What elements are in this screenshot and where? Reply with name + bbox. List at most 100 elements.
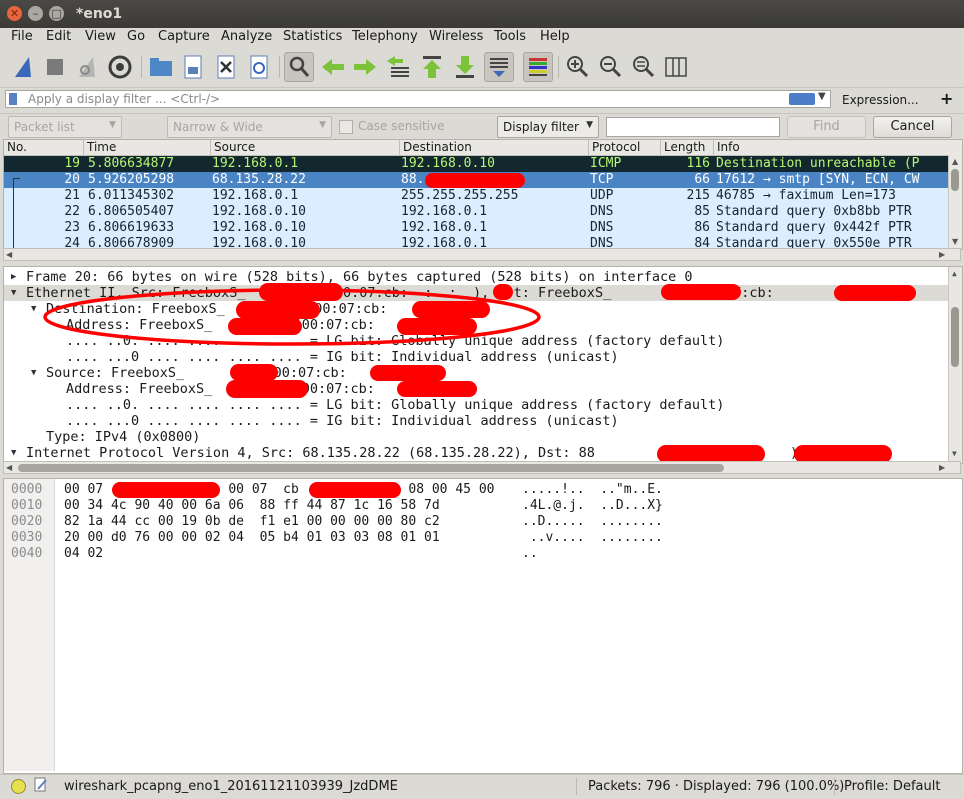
redaction-mark xyxy=(226,380,308,398)
tree-item[interactable]: .... ...0 .... .... .... .... = IG bit: … xyxy=(66,349,619,365)
cancel-button[interactable]: Cancel xyxy=(873,116,952,138)
search-magnifier-icon[interactable] xyxy=(284,52,314,82)
menu-telephony[interactable]: Telephony xyxy=(352,29,418,44)
packet-list-hscrollbar[interactable]: ◀ ▶ xyxy=(3,248,961,261)
zoom-out-icon[interactable] xyxy=(596,53,624,81)
scroll-right-icon[interactable]: ▶ xyxy=(939,463,945,472)
resize-columns-icon[interactable] xyxy=(662,53,690,81)
file-close-icon[interactable] xyxy=(212,53,240,81)
expert-info-led-icon[interactable] xyxy=(11,779,26,794)
tree-collapse-arrow-icon[interactable]: ▼ xyxy=(11,448,16,458)
add-filter-button[interactable]: + xyxy=(940,89,953,108)
column-header-protocol[interactable]: Protocol xyxy=(588,140,660,155)
tree-collapse-arrow-icon[interactable]: ▼ xyxy=(31,368,36,378)
packet-row[interactable]: 21 6.011345302 192.168.0.1 255.255.255.255 U… xyxy=(4,188,949,204)
bytes-ascii[interactable]: ..v.... ........ xyxy=(522,530,663,546)
find-input[interactable] xyxy=(606,117,780,137)
jump-to-packet-icon[interactable] xyxy=(385,53,413,81)
menu-help[interactable]: Help xyxy=(540,29,570,44)
shark-fin-start-icon[interactable] xyxy=(9,53,37,81)
packet-list-scrollbar[interactable]: ▲ ▼ xyxy=(948,155,962,249)
expression-button[interactable]: Expression... xyxy=(842,93,919,107)
zoom-in-icon[interactable] xyxy=(563,53,591,81)
folder-open-icon[interactable] xyxy=(147,53,175,81)
go-first-icon[interactable] xyxy=(418,53,446,81)
packet-row[interactable]: 19 5.806634877 192.168.0.1 192.168.0.10 ICMP… xyxy=(4,156,949,172)
menu-go[interactable]: Go xyxy=(127,29,145,44)
scroll-right-icon[interactable]: ▶ xyxy=(939,250,945,259)
menu-analyze[interactable]: Analyze xyxy=(221,29,272,44)
tree-item[interactable]: .... ..0. .... .... .... .... = LG bit: … xyxy=(66,397,724,413)
arrow-forward-icon[interactable] xyxy=(351,53,379,81)
scroll-left-icon[interactable]: ◀ xyxy=(6,463,12,472)
menu-file[interactable]: File xyxy=(11,29,33,44)
bytes-hex[interactable]: 82 1a 44 cc 00 19 0b de f1 e1 00 00 00 0… xyxy=(64,514,440,530)
packet-cell-src: 192.168.0.10 xyxy=(212,220,306,235)
bytes-hex[interactable]: 20 00 d0 76 00 00 02 04 05 b4 01 03 03 0… xyxy=(64,530,440,546)
tree-item[interactable]: Frame 20: 66 bytes on wire (528 bits), 6… xyxy=(26,269,692,285)
profile-label[interactable]: Profile: Default xyxy=(844,779,940,794)
reload-icon[interactable] xyxy=(245,53,273,81)
bytes-ascii[interactable]: .. xyxy=(522,546,538,562)
packet-cell-dst: 192.168.0.1 xyxy=(401,204,488,219)
menu-view[interactable]: View xyxy=(85,29,116,44)
column-header-source[interactable]: Source xyxy=(210,140,399,155)
menu-statistics[interactable]: Statistics xyxy=(283,29,342,44)
column-header-destination[interactable]: Destination xyxy=(399,140,588,155)
gear-options-icon[interactable] xyxy=(106,53,134,81)
bytes-ascii[interactable]: ..D..... ........ xyxy=(522,514,663,530)
packet-list[interactable]: No. Time Source Destination Protocol Len… xyxy=(3,139,963,250)
scroll-down-icon[interactable]: ▼ xyxy=(952,237,958,246)
packet-cell-info: Destination unreachable (P xyxy=(716,156,920,171)
packet-row[interactable]: 23 6.806619633 192.168.0.10 192.168.0.1 DNS 8… xyxy=(4,220,949,236)
column-header-length[interactable]: Length xyxy=(660,140,713,155)
stop-square-icon[interactable] xyxy=(41,53,69,81)
bookmark-icon[interactable] xyxy=(9,93,17,105)
restart-fin-icon[interactable] xyxy=(73,53,101,81)
autoscroll-icon[interactable] xyxy=(484,52,514,82)
details-scrollbar[interactable]: ▲ ▼ xyxy=(948,267,962,461)
tree-item[interactable]: .... ...0 .... .... .... .... = IG bit: … xyxy=(66,413,619,429)
scroll-down-icon[interactable]: ▼ xyxy=(952,449,957,458)
close-window-button[interactable]: ✕ xyxy=(7,6,22,21)
menu-edit[interactable]: Edit xyxy=(46,29,71,44)
file-save-icon[interactable] xyxy=(179,53,207,81)
scroll-up-icon[interactable]: ▲ xyxy=(952,157,958,166)
bytes-ascii[interactable]: .4L.@.j. ..D...X} xyxy=(522,498,663,514)
menu-tools[interactable]: Tools xyxy=(494,29,526,44)
scroll-thumb[interactable] xyxy=(18,464,724,472)
scroll-thumb[interactable] xyxy=(951,169,959,191)
search-type-select[interactable]: Display filter ▼ xyxy=(497,116,599,138)
capture-comment-icon[interactable] xyxy=(34,777,48,793)
menu-bar: File Edit View Go Capture Analyze Statis… xyxy=(0,28,964,47)
tree-item[interactable]: Type: IPv4 (0x0800) xyxy=(46,429,200,445)
chevron-down-icon[interactable]: ▼ xyxy=(818,91,826,102)
arrow-back-icon[interactable] xyxy=(319,53,347,81)
bytes-ascii[interactable]: .....!.. .."m..E. xyxy=(522,482,663,498)
packet-cell-len: 85 xyxy=(694,204,710,219)
scroll-up-icon[interactable]: ▲ xyxy=(952,269,957,278)
display-filter-input[interactable]: Apply a display filter ... <Ctrl-/> ▼ xyxy=(5,90,831,108)
column-header-no[interactable]: No. xyxy=(4,140,83,155)
menu-wireless[interactable]: Wireless xyxy=(429,29,483,44)
apply-filter-arrow-icon[interactable] xyxy=(789,93,815,105)
details-hscrollbar[interactable]: ◀ ▶ xyxy=(3,461,961,474)
zoom-normal-icon[interactable] xyxy=(629,53,657,81)
colorize-icon[interactable] xyxy=(523,52,553,82)
bytes-hex[interactable]: 04 02 xyxy=(64,546,103,562)
maximize-window-button[interactable]: □ xyxy=(49,6,64,21)
packet-row[interactable]: 22 6.806505407 192.168.0.10 192.168.0.1 DNS 8… xyxy=(4,204,949,220)
go-last-icon[interactable] xyxy=(451,53,479,81)
packet-bytes-pane[interactable]: 0000 00 07 00 07 cb 08 00 45 00.....!.. .… xyxy=(3,478,963,774)
scroll-left-icon[interactable]: ◀ xyxy=(6,250,12,259)
column-header-time[interactable]: Time xyxy=(83,140,210,155)
tree-collapse-arrow-icon[interactable]: ▼ xyxy=(11,288,16,298)
tree-collapse-arrow-icon[interactable]: ▼ xyxy=(31,304,36,314)
packet-details-tree[interactable]: ▶ Frame 20: 66 bytes on wire (528 bits), … xyxy=(3,266,963,464)
minimize-window-button[interactable]: – xyxy=(28,6,43,21)
column-header-info[interactable]: Info xyxy=(713,140,962,155)
bytes-hex[interactable]: 00 34 4c 90 40 00 6a 06 88 ff 44 87 1c 1… xyxy=(64,498,440,514)
menu-capture[interactable]: Capture xyxy=(158,29,210,44)
scroll-thumb[interactable] xyxy=(951,307,959,367)
tree-expand-arrow-icon[interactable]: ▶ xyxy=(11,272,16,282)
